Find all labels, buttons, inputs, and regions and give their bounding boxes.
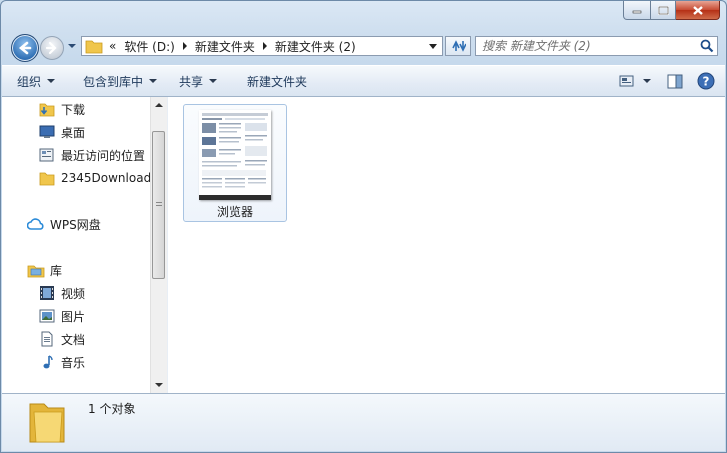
refresh-icon — [452, 40, 466, 52]
address-bar[interactable]: « 软件 (D:) 新建文件夹 新建文件夹 (2) — [81, 36, 443, 56]
change-view-button[interactable] — [619, 70, 651, 92]
details-pane: 1 个对象 — [2, 393, 725, 451]
nav-item-wps-cloud[interactable]: WPS网盘 — [27, 214, 101, 234]
chevron-down-icon — [149, 79, 158, 83]
address-overflow[interactable]: « — [109, 39, 116, 53]
scroll-up-icon[interactable] — [155, 103, 163, 107]
desktop-icon — [38, 124, 56, 140]
cloud-icon — [27, 216, 45, 232]
nav-item-label: 下载 — [61, 102, 86, 117]
new-folder-label: 新建文件夹 — [247, 74, 308, 89]
new-folder-button[interactable]: 新建文件夹 — [238, 70, 316, 92]
search-icon[interactable] — [697, 39, 717, 53]
nav-item-label: 视频 — [61, 286, 86, 301]
recent-pages-dropdown[interactable] — [68, 44, 76, 48]
chevron-down-icon[interactable] — [643, 79, 651, 83]
maximize-button[interactable] — [651, 1, 676, 20]
organize-menu-button[interactable]: 组织 — [8, 70, 64, 92]
nav-item-recent-places[interactable]: 最近访问的位置 — [38, 145, 145, 165]
refresh-button[interactable] — [445, 36, 471, 56]
file-name-label: 浏览器 — [216, 205, 253, 219]
grip-icon — [156, 202, 162, 208]
back-button[interactable] — [11, 34, 39, 62]
folder-icon — [85, 40, 103, 54]
item-count-text: 1 个对象 — [88, 402, 136, 416]
forward-button[interactable] — [40, 36, 64, 60]
svg-text:?: ? — [703, 75, 710, 89]
download-folder-icon — [38, 101, 56, 117]
breadcrumb-current-folder[interactable]: 新建文件夹 (2) — [275, 38, 356, 55]
breadcrumb-folder[interactable]: 新建文件夹 — [195, 38, 255, 55]
breadcrumb-separator-icon[interactable] — [182, 42, 187, 50]
view-options-icon — [619, 75, 634, 87]
command-toolbar: 组织 包含到库中 共享 新建文件夹 ? — [2, 65, 725, 97]
help-button[interactable]: ? — [697, 70, 715, 92]
scroll-down-icon[interactable] — [155, 383, 163, 387]
video-icon — [38, 285, 56, 301]
explorer-window: « 软件 (D:) 新建文件夹 新建文件夹 (2) 组织 包含到库中 共享 — [0, 0, 727, 453]
nav-item-library[interactable]: 库 — [27, 260, 62, 280]
help-icon: ? — [697, 72, 715, 90]
minimize-icon — [632, 10, 642, 14]
share-label: 共享 — [179, 74, 204, 89]
nav-item-videos[interactable]: 视频 — [38, 283, 85, 303]
recent-places-icon — [38, 147, 56, 163]
nav-item-music[interactable]: 音乐 — [38, 352, 85, 372]
nav-item-label: WPS网盘 — [50, 217, 101, 232]
include-in-library-label: 包含到库中 — [83, 74, 144, 89]
view-controls: ? — [611, 70, 715, 92]
chevron-down-icon — [209, 79, 218, 83]
back-arrow-icon — [18, 41, 32, 55]
file-item-browser[interactable]: 浏览器 — [183, 104, 287, 222]
include-in-library-button[interactable]: 包含到库中 — [74, 70, 166, 92]
music-icon — [38, 354, 56, 370]
close-icon — [692, 5, 703, 15]
documents-icon — [38, 331, 56, 347]
nav-item-label: 图片 — [61, 309, 86, 324]
navigation-pane: 下载 桌面 最近访问的位置 2345Downloads WPS网盘 库 视频 图… — [2, 97, 150, 393]
nav-item-label: 桌面 — [61, 125, 86, 140]
nav-item-label: 最近访问的位置 — [61, 148, 146, 163]
nav-item-desktop[interactable]: 桌面 — [38, 122, 85, 142]
navigation-pane-scrollbar[interactable] — [150, 97, 167, 393]
search-box[interactable] — [475, 36, 718, 56]
nav-item-pictures[interactable]: 图片 — [38, 306, 85, 326]
address-history-dropdown[interactable] — [429, 44, 437, 49]
nav-item-downloads[interactable]: 下载 — [38, 99, 85, 119]
scrollbar-thumb[interactable] — [152, 131, 165, 279]
webpage-thumbnail — [199, 110, 271, 200]
file-list-view[interactable]: 浏览器 — [170, 97, 725, 393]
folder-icon — [38, 170, 56, 186]
nav-item-label: 音乐 — [61, 355, 86, 370]
minimize-button[interactable] — [623, 1, 651, 20]
chevron-down-icon — [47, 79, 56, 83]
maximize-icon — [657, 5, 669, 15]
nav-item-documents[interactable]: 文档 — [38, 329, 85, 349]
nav-item-2345downloads[interactable]: 2345Downloads — [38, 168, 150, 188]
folder-large-icon — [29, 403, 65, 443]
preview-pane-icon — [667, 74, 683, 88]
share-menu-button[interactable]: 共享 — [170, 70, 226, 92]
search-input[interactable] — [476, 38, 697, 54]
breadcrumb-drive[interactable]: 软件 (D:) — [124, 38, 174, 55]
preview-pane-button[interactable] — [667, 70, 683, 92]
nav-item-label: 文档 — [61, 332, 86, 347]
window-caption-buttons — [623, 1, 720, 20]
pictures-icon — [38, 308, 56, 324]
organize-label: 组织 — [17, 74, 42, 89]
library-icon — [27, 262, 45, 278]
nav-item-label: 库 — [50, 263, 63, 278]
nav-item-label: 2345Downloads — [61, 171, 150, 185]
close-button[interactable] — [676, 1, 720, 20]
forward-arrow-icon — [45, 41, 57, 55]
breadcrumb-separator-icon[interactable] — [262, 42, 267, 50]
